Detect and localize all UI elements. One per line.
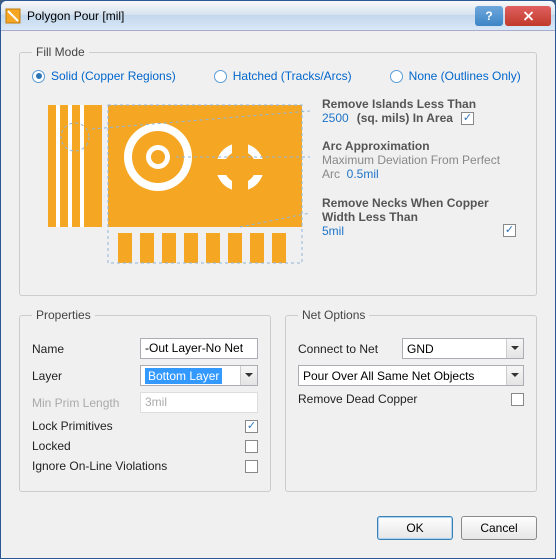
polygon-preview-diagram — [40, 97, 310, 267]
pour-mode-combo[interactable]: Pour Over All Same Net Objects — [298, 365, 524, 386]
help-button[interactable]: ? — [475, 6, 503, 26]
titlebar[interactable]: Polygon Pour [mil] ? — [1, 1, 555, 31]
chevron-down-icon — [506, 339, 523, 358]
properties-legend: Properties — [32, 308, 95, 322]
net-options-group: Net Options Connect to Net GND Pour Over… — [285, 308, 537, 492]
chevron-down-icon — [506, 366, 523, 385]
diagram-annotations: Remove Islands Less Than 2500 (sq. mils)… — [322, 97, 516, 267]
ok-button[interactable]: OK — [377, 516, 453, 540]
cancel-button[interactable]: Cancel — [461, 516, 537, 540]
lockprims-checkbox[interactable] — [245, 420, 258, 433]
remove-necks-annot: Remove Necks When Copper Width Less Than… — [322, 196, 516, 238]
app-icon — [5, 8, 21, 24]
chevron-down-icon — [240, 366, 257, 385]
minprim-label: Min Prim Length — [32, 396, 132, 410]
close-button[interactable] — [505, 6, 551, 26]
name-input[interactable]: -Out Layer-No Net — [140, 338, 258, 359]
radio-icon — [390, 70, 403, 83]
layer-label: Layer — [32, 369, 132, 383]
properties-group: Properties Name -Out Layer-No Net Layer … — [19, 308, 271, 492]
ignore-checkbox[interactable] — [245, 460, 258, 473]
fill-mode-legend: Fill Mode — [32, 45, 89, 59]
arc-approx-annot: Arc Approximation Maximum Deviation From… — [322, 139, 516, 182]
radio-icon — [32, 70, 45, 83]
dialog-window: Polygon Pour [mil] ? Fill Mode Solid (Co… — [0, 0, 556, 559]
necks-checkbox[interactable] — [503, 224, 516, 237]
deadcopper-checkbox[interactable] — [511, 393, 524, 406]
layer-combo[interactable]: Bottom Layer — [140, 365, 258, 386]
islands-value[interactable]: 2500 — [322, 111, 349, 125]
fill-solid-radio[interactable]: Solid (Copper Regions) — [32, 69, 176, 83]
ignore-label: Ignore On-Line Violations — [32, 459, 237, 473]
window-title: Polygon Pour [mil] — [27, 9, 473, 23]
necks-value[interactable]: 5mil — [322, 224, 344, 238]
deadcopper-label: Remove Dead Copper — [298, 392, 503, 406]
islands-checkbox[interactable] — [461, 112, 474, 125]
lockprims-label: Lock Primitives — [32, 419, 237, 433]
name-label: Name — [32, 342, 132, 356]
arc-value[interactable]: 0.5mil — [347, 167, 379, 181]
fill-none-radio[interactable]: None (Outlines Only) — [390, 69, 521, 83]
fill-mode-group: Fill Mode Solid (Copper Regions) Hatched… — [19, 45, 537, 296]
locked-checkbox[interactable] — [245, 440, 258, 453]
netopts-legend: Net Options — [298, 308, 369, 322]
fill-hatched-radio[interactable]: Hatched (Tracks/Arcs) — [214, 69, 352, 83]
connect-net-combo[interactable]: GND — [402, 338, 524, 359]
connect-net-label: Connect to Net — [298, 342, 394, 356]
locked-label: Locked — [32, 439, 237, 453]
remove-islands-annot: Remove Islands Less Than 2500 (sq. mils)… — [322, 97, 516, 125]
close-icon — [523, 11, 534, 21]
minprim-input: 3mil — [140, 392, 258, 413]
radio-icon — [214, 70, 227, 83]
